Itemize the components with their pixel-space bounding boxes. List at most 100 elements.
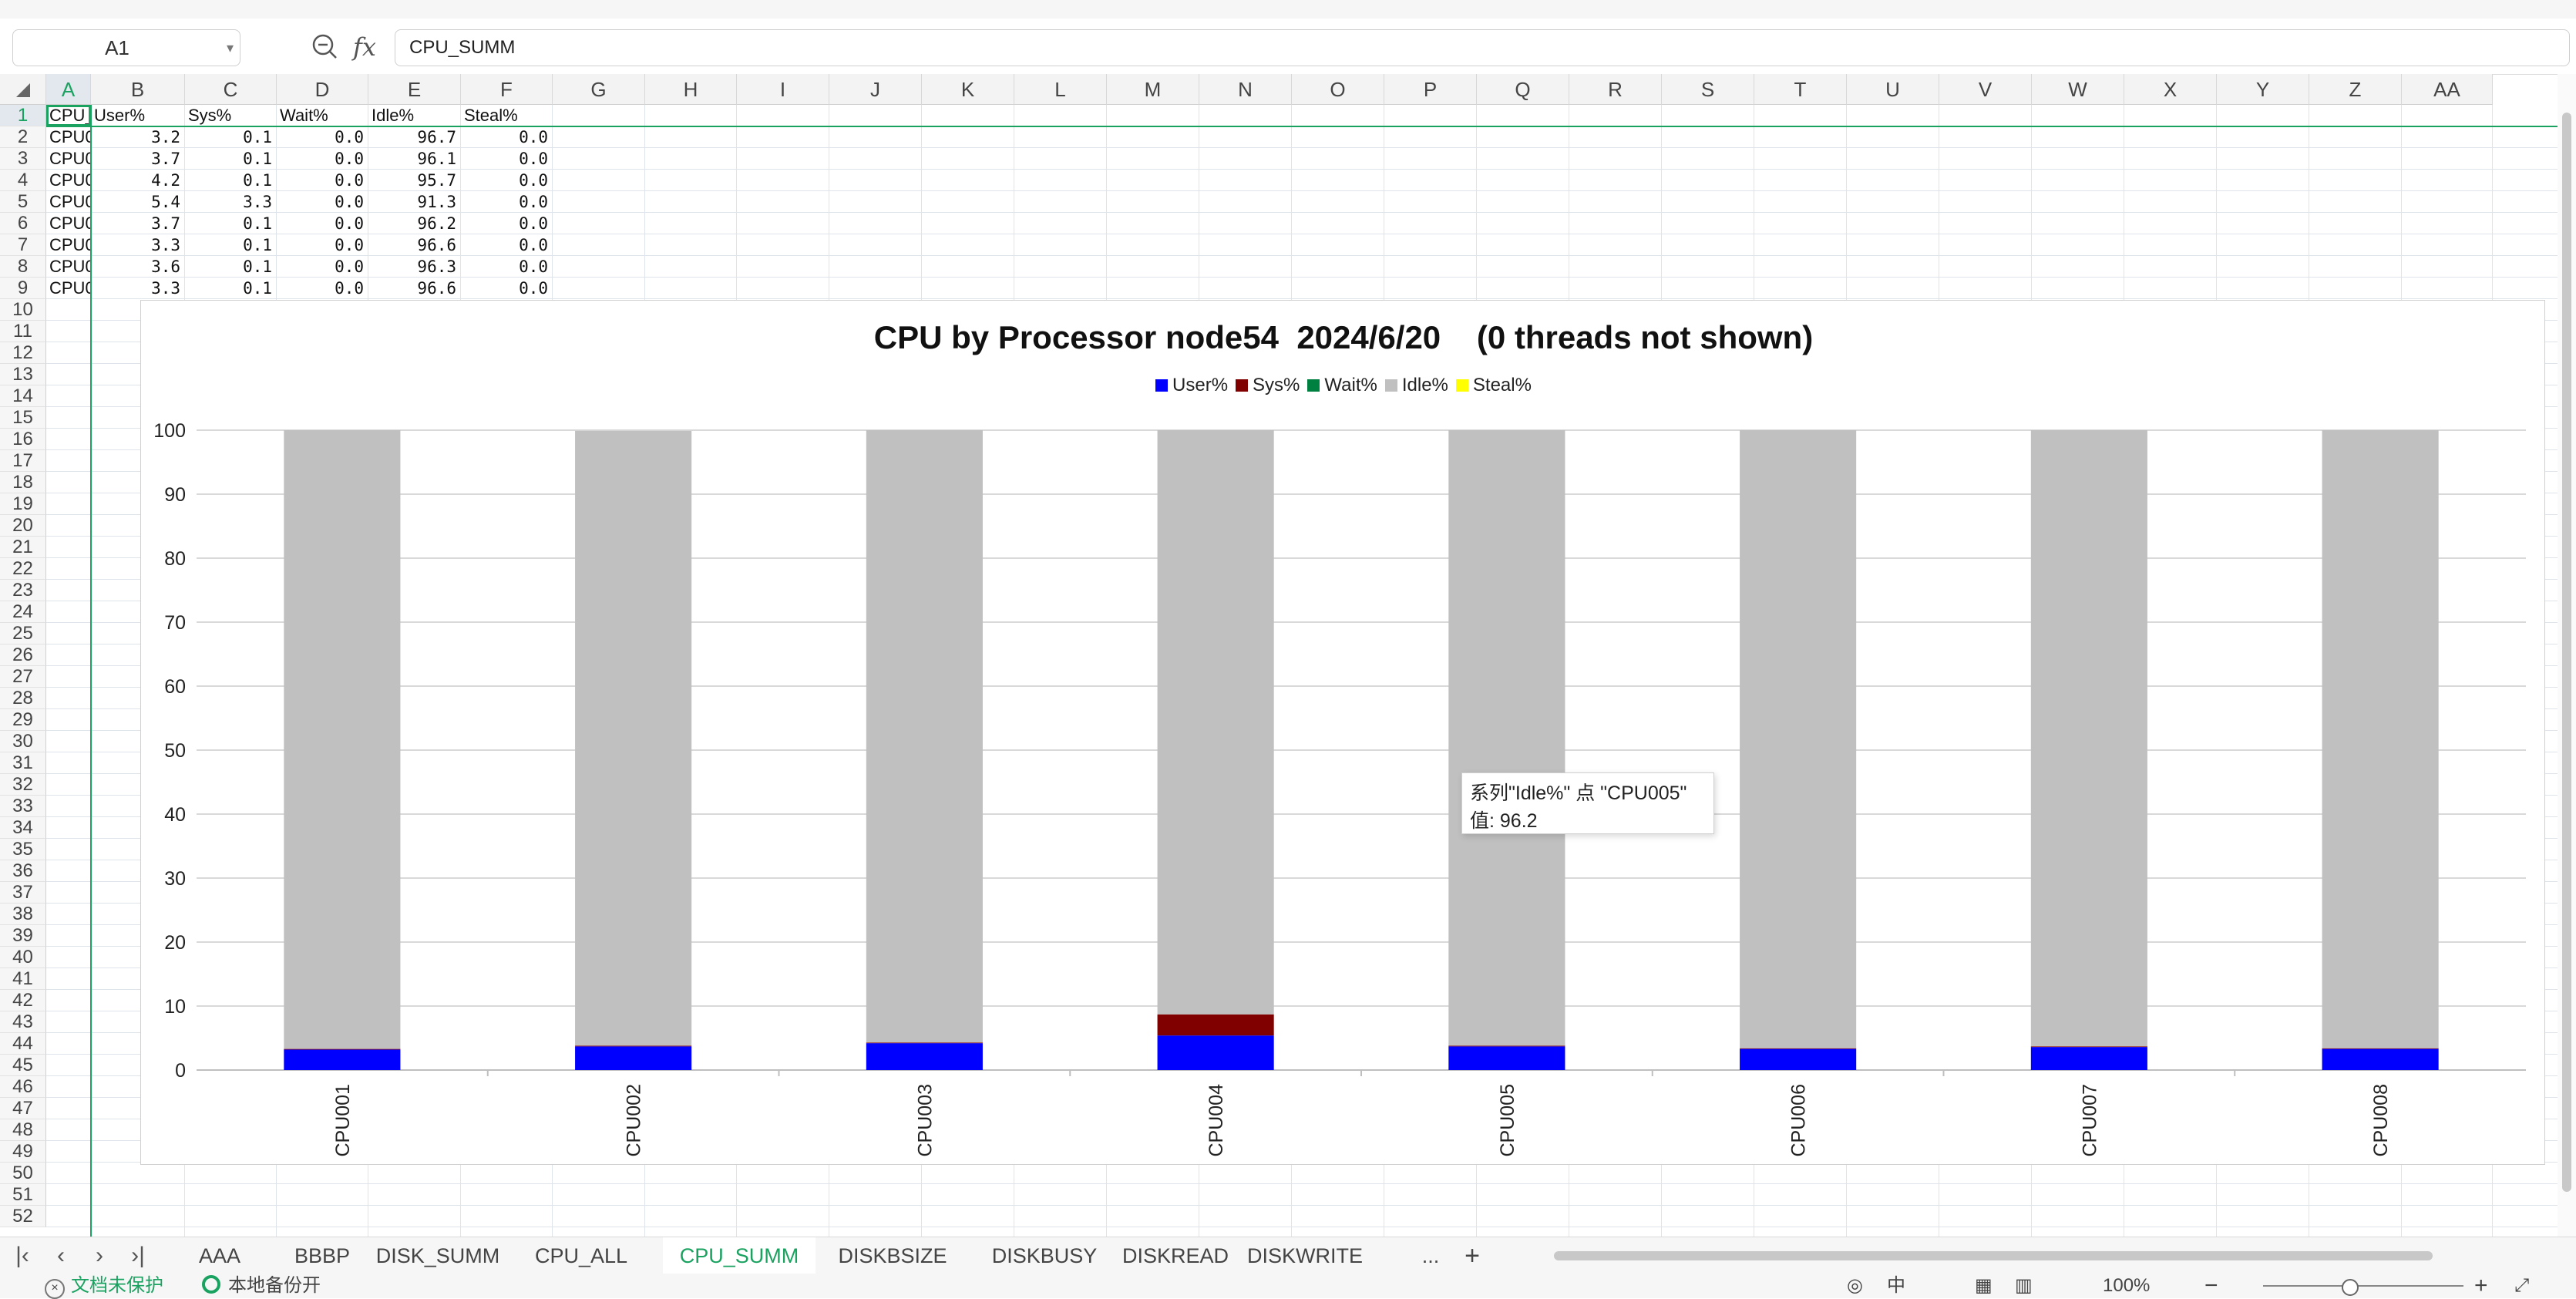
column-header[interactable]: W [2032,74,2124,105]
row-header[interactable]: 4 [0,170,46,191]
zoom-out-icon[interactable] [307,29,342,65]
row-header[interactable]: 7 [0,234,46,256]
tab-aaa[interactable]: AAA [174,1237,265,1274]
row-header[interactable]: 21 [0,537,46,558]
chart[interactable]: CPU by Processor node54 2024/6/20 (0 thr… [140,300,2545,1165]
row-header[interactable]: 1 [0,105,46,126]
row-header[interactable]: 52 [0,1206,46,1227]
protect-status[interactable]: × 文档未保护 [45,1274,163,1299]
row-header[interactable]: 20 [0,515,46,537]
table-cell[interactable]: 96.6 [368,234,461,256]
normal-view-icon[interactable]: ▦ [1975,1274,1993,1298]
row-header[interactable]: 17 [0,450,46,472]
row-header[interactable]: 2 [0,126,46,148]
column-header[interactable]: Y [2217,74,2309,105]
header-cell[interactable]: Sys% [185,105,277,126]
row-header[interactable]: 6 [0,213,46,234]
column-header[interactable]: L [1014,74,1107,105]
backup-status[interactable]: 本地备份开 [202,1274,321,1298]
table-cell[interactable]: 0.0 [461,191,553,213]
table-cell[interactable]: 5.4 [91,191,185,213]
row-header[interactable]: 43 [0,1011,46,1033]
table-cell[interactable]: 95.7 [368,170,461,191]
row-header[interactable]: 3 [0,148,46,170]
row-header[interactable]: 40 [0,947,46,968]
row-header[interactable]: 30 [0,731,46,752]
table-cell[interactable]: 3.6 [91,256,185,278]
chevron-down-icon[interactable]: ▾ [227,30,234,66]
column-header[interactable]: X [2124,74,2217,105]
column-header[interactable]: Q [1477,74,1569,105]
eye-protection-icon[interactable]: ◎ [1847,1274,1863,1298]
table-cell[interactable]: CPU008 [46,278,91,299]
table-cell[interactable]: 3.7 [91,213,185,234]
prev-sheet-icon[interactable]: ‹ [43,1237,79,1274]
tab-diskwrite[interactable]: DISKWRITE [1236,1237,1374,1274]
row-header[interactable]: 12 [0,342,46,364]
column-header[interactable]: K [922,74,1014,105]
row-header[interactable]: 9 [0,278,46,299]
table-cell[interactable]: 0.0 [277,148,368,170]
table-cell[interactable]: 96.1 [368,148,461,170]
table-cell[interactable]: 96.2 [368,213,461,234]
table-cell[interactable]: 0.0 [461,213,553,234]
column-header[interactable]: O [1292,74,1384,105]
table-cell[interactable]: 0.0 [461,256,553,278]
table-cell[interactable]: 0.0 [277,170,368,191]
column-header[interactable]: U [1847,74,1939,105]
table-cell[interactable]: CPU007 [46,256,91,278]
tab-cpu-summ[interactable]: CPU_SUMM [663,1237,816,1274]
table-cell[interactable]: 0.1 [185,278,277,299]
table-cell[interactable]: 3.3 [91,278,185,299]
horizontal-scroll-thumb[interactable] [1554,1251,2433,1260]
row-header[interactable]: 19 [0,493,46,515]
column-header[interactable]: R [1569,74,1662,105]
table-cell[interactable]: CPU005 [46,213,91,234]
column-header[interactable]: H [645,74,737,105]
table-cell[interactable]: 0.1 [185,126,277,148]
row-header[interactable]: 37 [0,882,46,904]
column-header[interactable]: Z [2309,74,2402,105]
horizontal-scrollbar[interactable] [1539,1248,2527,1264]
column-header[interactable]: C [185,74,277,105]
row-header[interactable]: 51 [0,1184,46,1206]
function-icon[interactable]: fx [353,29,376,65]
table-cell[interactable]: 0.0 [461,234,553,256]
vertical-scroll-thumb[interactable] [2562,113,2571,1192]
row-header[interactable]: 29 [0,709,46,731]
table-cell[interactable]: 0.1 [185,170,277,191]
column-header[interactable]: M [1107,74,1199,105]
select-all-corner[interactable] [0,74,46,105]
row-header[interactable]: 27 [0,666,46,688]
table-cell[interactable]: 0.0 [461,278,553,299]
row-header[interactable]: 38 [0,904,46,925]
table-cell[interactable]: 3.3 [91,234,185,256]
table-cell[interactable]: 3.3 [185,191,277,213]
fullscreen-icon[interactable]: ⤢ [2514,1274,2529,1298]
table-cell[interactable]: 91.3 [368,191,461,213]
column-header[interactable]: A [46,74,91,105]
row-header[interactable]: 15 [0,407,46,429]
row-header[interactable]: 41 [0,968,46,990]
row-header[interactable]: 47 [0,1098,46,1119]
table-cell[interactable]: 0.0 [461,170,553,191]
row-header[interactable]: 32 [0,774,46,796]
row-header[interactable]: 50 [0,1163,46,1184]
table-cell[interactable]: 0.0 [277,191,368,213]
last-sheet-icon[interactable]: ›| [120,1237,156,1274]
row-header[interactable]: 26 [0,644,46,666]
table-cell[interactable]: 0.0 [277,126,368,148]
table-cell[interactable]: CPU002 [46,148,91,170]
table-cell[interactable]: CPU001 [46,126,91,148]
header-cell[interactable]: User% [91,105,185,126]
column-header[interactable]: P [1384,74,1477,105]
table-cell[interactable]: 3.7 [91,148,185,170]
header-cell[interactable]: Idle% [368,105,461,126]
table-cell[interactable]: CPU003 [46,170,91,191]
row-header[interactable]: 34 [0,817,46,839]
table-cell[interactable]: CPU004 [46,191,91,213]
row-header[interactable]: 5 [0,191,46,213]
row-header[interactable]: 16 [0,429,46,450]
zoom-slider[interactable] [2263,1285,2463,1287]
row-header[interactable]: 36 [0,860,46,882]
